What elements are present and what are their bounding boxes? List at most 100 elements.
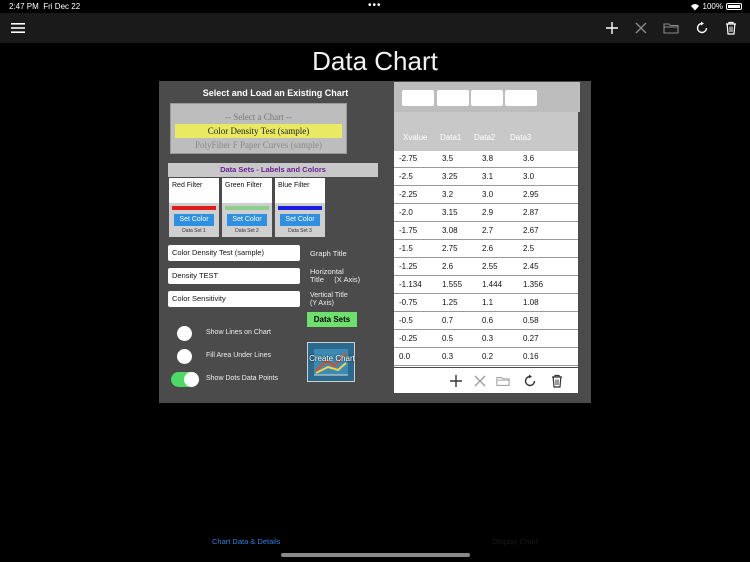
table-cell[interactable]: 2.75 bbox=[442, 244, 458, 253]
table-row[interactable]: -2.75 3.5 3.8 3.6 bbox=[394, 151, 578, 168]
status-right: 100% bbox=[690, 2, 742, 11]
table-row[interactable]: -1.75 3.08 2.7 2.67 bbox=[394, 223, 578, 240]
chart-picker[interactable]: -- Select a Chart -- Color Density Test … bbox=[170, 103, 347, 154]
set-color-button[interactable]: Set Color bbox=[227, 214, 267, 226]
table-cell[interactable]: 2.7 bbox=[482, 226, 493, 235]
trash-icon[interactable] bbox=[550, 374, 564, 388]
table-row[interactable]: -2.0 3.15 2.9 2.87 bbox=[394, 205, 578, 222]
table-cell[interactable]: 0.3 bbox=[482, 334, 493, 343]
table-cell[interactable]: 0.0 bbox=[399, 352, 410, 361]
table-cell[interactable]: 3.2 bbox=[442, 190, 453, 199]
close-icon[interactable] bbox=[632, 19, 650, 37]
table-cell[interactable]: 2.87 bbox=[523, 208, 539, 217]
table-cell[interactable]: 2.45 bbox=[523, 262, 539, 271]
table-tab-4[interactable] bbox=[505, 90, 537, 106]
plus-icon[interactable] bbox=[603, 19, 621, 37]
picker-option[interactable]: -- Select a Chart -- bbox=[175, 112, 342, 122]
table-cell[interactable]: 2.9 bbox=[482, 208, 493, 217]
table-row[interactable]: -0.75 1.25 1.1 1.08 bbox=[394, 295, 578, 312]
table-row[interactable]: -1.5 2.75 2.6 2.5 bbox=[394, 241, 578, 258]
table-cell[interactable]: 3.15 bbox=[442, 208, 458, 217]
table-cell[interactable]: 1.444 bbox=[482, 280, 502, 289]
multitasking-dots[interactable]: ••• bbox=[368, 0, 382, 11]
folder-icon[interactable] bbox=[662, 19, 680, 37]
table-cell[interactable]: 0.3 bbox=[442, 352, 453, 361]
table-cell[interactable]: 0.58 bbox=[523, 316, 539, 325]
create-chart-button[interactable]: Create Chart bbox=[307, 342, 355, 382]
table-cell[interactable]: 2.6 bbox=[482, 244, 493, 253]
table-cell[interactable]: 3.6 bbox=[523, 154, 534, 163]
refresh-icon[interactable] bbox=[693, 19, 711, 37]
table-cell[interactable]: 0.7 bbox=[442, 316, 453, 325]
graph-title-input[interactable]: Color Density Test (sample) bbox=[168, 245, 300, 261]
set-color-button[interactable]: Set Color bbox=[174, 214, 214, 226]
table-row[interactable]: 0.0 0.3 0.2 0.16 bbox=[394, 349, 578, 366]
show-lines-toggle[interactable] bbox=[171, 326, 199, 341]
table-cell[interactable]: 1.08 bbox=[523, 298, 539, 307]
table-cell[interactable]: 3.08 bbox=[442, 226, 458, 235]
table-cell[interactable]: 2.5 bbox=[523, 244, 534, 253]
table-cell[interactable]: 0.5 bbox=[442, 334, 453, 343]
table-cell[interactable]: 2.67 bbox=[523, 226, 539, 235]
dataset-label[interactable]: Green Filter bbox=[222, 178, 272, 203]
x-axis-title-input[interactable]: Density TEST bbox=[168, 268, 300, 284]
table-cell[interactable]: -1.5 bbox=[399, 244, 413, 253]
trash-icon[interactable] bbox=[722, 19, 740, 37]
table-cell[interactable]: 1.356 bbox=[523, 280, 543, 289]
table-cell[interactable]: -1.134 bbox=[399, 280, 422, 289]
table-cell[interactable]: -2.75 bbox=[399, 154, 417, 163]
table-cell[interactable]: 3.0 bbox=[482, 190, 493, 199]
tab-chart-data-details[interactable]: Chart Data & Details bbox=[212, 537, 280, 546]
plus-icon[interactable] bbox=[449, 374, 463, 388]
table-cell[interactable]: 0.27 bbox=[523, 334, 539, 343]
data-table[interactable]: Xvalue Data1 Data2 Data3 -2.75 3.5 3.8 3.6-… bbox=[394, 112, 578, 367]
y-axis-title-input[interactable]: Color Sensitivity bbox=[168, 291, 300, 307]
table-row[interactable]: -1.25 2.6 2.55 2.45 bbox=[394, 259, 578, 276]
home-indicator[interactable] bbox=[281, 553, 470, 557]
tab-display-chart[interactable]: Display Chart bbox=[493, 537, 538, 546]
table-tab-2[interactable] bbox=[437, 90, 469, 106]
table-cell[interactable]: -2.25 bbox=[399, 190, 417, 199]
table-cell[interactable]: -0.75 bbox=[399, 298, 417, 307]
fill-area-toggle[interactable] bbox=[171, 349, 199, 364]
dataset-label[interactable]: Blue Filter bbox=[275, 178, 325, 203]
table-cell[interactable]: 3.5 bbox=[442, 154, 453, 163]
table-cell[interactable]: 0.2 bbox=[482, 352, 493, 361]
table-row[interactable]: -0.25 0.5 0.3 0.27 bbox=[394, 331, 578, 348]
table-cell[interactable]: 3.1 bbox=[482, 172, 493, 181]
dataset-label[interactable]: Red Filter bbox=[169, 178, 219, 203]
picker-option[interactable]: PolyFiber F Paper Curves (sample) bbox=[175, 140, 342, 150]
dataset-card-3: Blue Filter Set Color Data Set 3 bbox=[275, 178, 325, 237]
close-icon[interactable] bbox=[473, 374, 487, 388]
table-cell[interactable]: 2.55 bbox=[482, 262, 498, 271]
table-cell[interactable]: -0.25 bbox=[399, 334, 417, 343]
table-row[interactable]: -2.5 3.25 3.1 3.0 bbox=[394, 169, 578, 186]
picker-option-selected[interactable]: Color Density Test (sample) bbox=[175, 124, 342, 138]
show-dots-toggle[interactable] bbox=[171, 372, 199, 387]
table-cell[interactable]: -2.5 bbox=[399, 172, 413, 181]
table-cell[interactable]: 3.8 bbox=[482, 154, 493, 163]
table-tab-3[interactable] bbox=[471, 90, 503, 106]
table-cell[interactable]: 2.95 bbox=[523, 190, 539, 199]
menu-icon[interactable] bbox=[9, 19, 27, 37]
folder-icon[interactable] bbox=[496, 374, 510, 388]
table-cell[interactable]: 1.25 bbox=[442, 298, 458, 307]
table-cell[interactable]: -0.5 bbox=[399, 316, 413, 325]
table-cell[interactable]: -1.75 bbox=[399, 226, 417, 235]
table-cell[interactable]: 1.1 bbox=[482, 298, 493, 307]
table-cell[interactable]: -1.25 bbox=[399, 262, 417, 271]
table-tab-1[interactable] bbox=[402, 90, 434, 106]
data-sets-button[interactable]: Data Sets bbox=[307, 312, 357, 327]
table-cell[interactable]: 0.16 bbox=[523, 352, 539, 361]
table-cell[interactable]: 3.25 bbox=[442, 172, 458, 181]
table-cell[interactable]: 1.555 bbox=[442, 280, 462, 289]
table-cell[interactable]: 2.6 bbox=[442, 262, 453, 271]
table-row[interactable]: -2.25 3.2 3.0 2.95 bbox=[394, 187, 578, 204]
table-row[interactable]: -0.5 0.7 0.6 0.58 bbox=[394, 313, 578, 330]
table-cell[interactable]: 0.6 bbox=[482, 316, 493, 325]
table-cell[interactable]: 3.0 bbox=[523, 172, 534, 181]
table-cell[interactable]: -2.0 bbox=[399, 208, 413, 217]
table-row[interactable]: -1.134 1.555 1.444 1.356 bbox=[394, 277, 578, 294]
set-color-button[interactable]: Set Color bbox=[280, 214, 320, 226]
refresh-icon[interactable] bbox=[523, 374, 537, 388]
